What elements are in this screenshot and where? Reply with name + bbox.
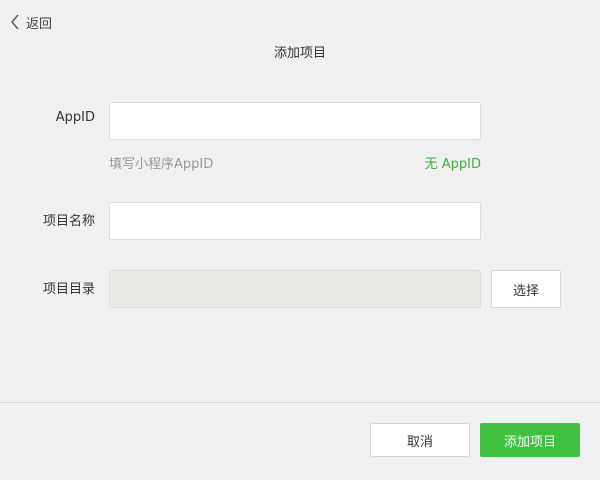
add-project-button[interactable]: 添加项目 (480, 423, 580, 457)
back-label: 返回 (26, 16, 53, 32)
no-appid-link[interactable]: 无 AppID (425, 153, 481, 172)
chevron-left-icon (10, 14, 20, 30)
back-button[interactable]: 返回 (10, 12, 52, 32)
appid-input[interactable] (109, 102, 481, 140)
choose-directory-button[interactable]: 选择 (491, 270, 561, 308)
page-title: 添加项目 (273, 46, 326, 61)
appid-label: AppID (55, 110, 95, 125)
cancel-button[interactable]: 取消 (370, 423, 470, 457)
project-name-input[interactable] (109, 202, 481, 240)
project-dir-label: 项目目录 (42, 282, 95, 297)
footer-divider (0, 402, 600, 403)
project-name-label: 项目名称 (42, 214, 95, 229)
appid-hint: 填写小程序AppID (109, 157, 214, 172)
project-dir-input (109, 270, 481, 308)
add-project-dialog: 返回 添加项目 AppID 填写小程序AppID 无 AppID 项目名称 项目… (0, 0, 600, 480)
